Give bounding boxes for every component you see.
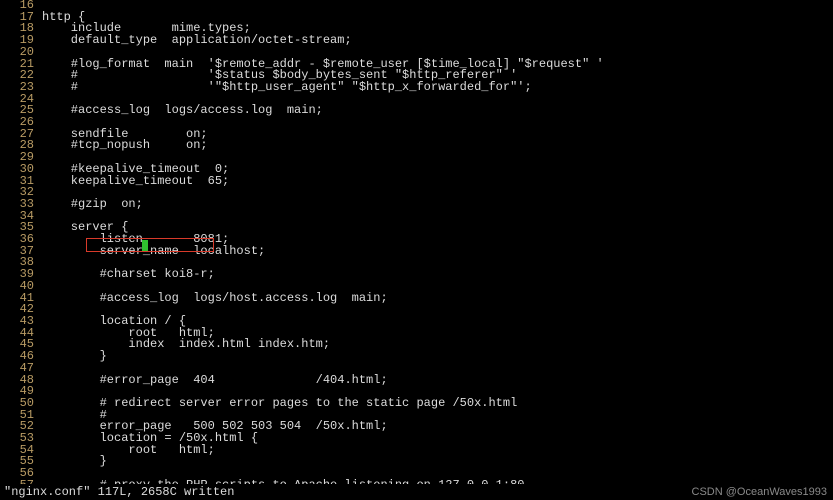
code-line[interactable]: 41 #access_log logs/host.access.log main… bbox=[0, 293, 833, 305]
code-line[interactable]: 28 #tcp_nopush on; bbox=[0, 140, 833, 152]
code-text[interactable]: keepalive_timeout 65; bbox=[42, 176, 229, 188]
code-text[interactable]: } bbox=[42, 456, 107, 468]
code-line[interactable]: 39 #charset koi8-r; bbox=[0, 269, 833, 281]
code-line[interactable]: 54 root html; bbox=[0, 445, 833, 457]
code-line[interactable]: 45 index index.html index.htm; bbox=[0, 339, 833, 351]
code-line[interactable]: 37 server_name localhost; bbox=[0, 246, 833, 258]
code-text[interactable]: #tcp_nopush on; bbox=[42, 140, 208, 152]
code-text[interactable]: #charset koi8-r; bbox=[42, 269, 215, 281]
code-line[interactable]: 46 } bbox=[0, 351, 833, 363]
code-text[interactable]: # redirect server error pages to the sta… bbox=[42, 398, 517, 410]
code-line[interactable]: 19 default_type application/octet-stream… bbox=[0, 35, 833, 47]
code-line[interactable]: 16 bbox=[0, 0, 833, 12]
code-text[interactable]: #gzip on; bbox=[42, 199, 143, 211]
code-text[interactable]: #error_page 404 /404.html; bbox=[42, 375, 388, 387]
code-text[interactable]: default_type application/octet-stream; bbox=[42, 35, 352, 47]
code-text[interactable]: server_name localhost; bbox=[42, 246, 265, 258]
code-text[interactable]: # '"$http_user_agent" "$http_x_forwarded… bbox=[42, 82, 532, 94]
status-text: "nginx.conf" 117L, 2658C written bbox=[4, 485, 234, 499]
code-line[interactable]: 55 } bbox=[0, 456, 833, 468]
text-cursor bbox=[142, 240, 148, 251]
code-line[interactable]: 50 # redirect server error pages to the … bbox=[0, 398, 833, 410]
code-line[interactable]: 23 # '"$http_user_agent" "$http_x_forwar… bbox=[0, 82, 833, 94]
code-line[interactable]: 31 keepalive_timeout 65; bbox=[0, 176, 833, 188]
code-text[interactable]: #access_log logs/host.access.log main; bbox=[42, 293, 388, 305]
code-text[interactable]: } bbox=[42, 351, 107, 363]
code-line[interactable]: 33 #gzip on; bbox=[0, 199, 833, 211]
watermark-label: CSDN @OceanWaves1993 bbox=[692, 486, 827, 498]
code-editor-viewport[interactable]: 1617http {18 include mime.types;19 defau… bbox=[0, 0, 833, 484]
code-line[interactable]: 48 #error_page 404 /404.html; bbox=[0, 375, 833, 387]
code-line[interactable]: 25 #access_log logs/access.log main; bbox=[0, 105, 833, 117]
code-text[interactable]: #access_log logs/access.log main; bbox=[42, 105, 323, 117]
